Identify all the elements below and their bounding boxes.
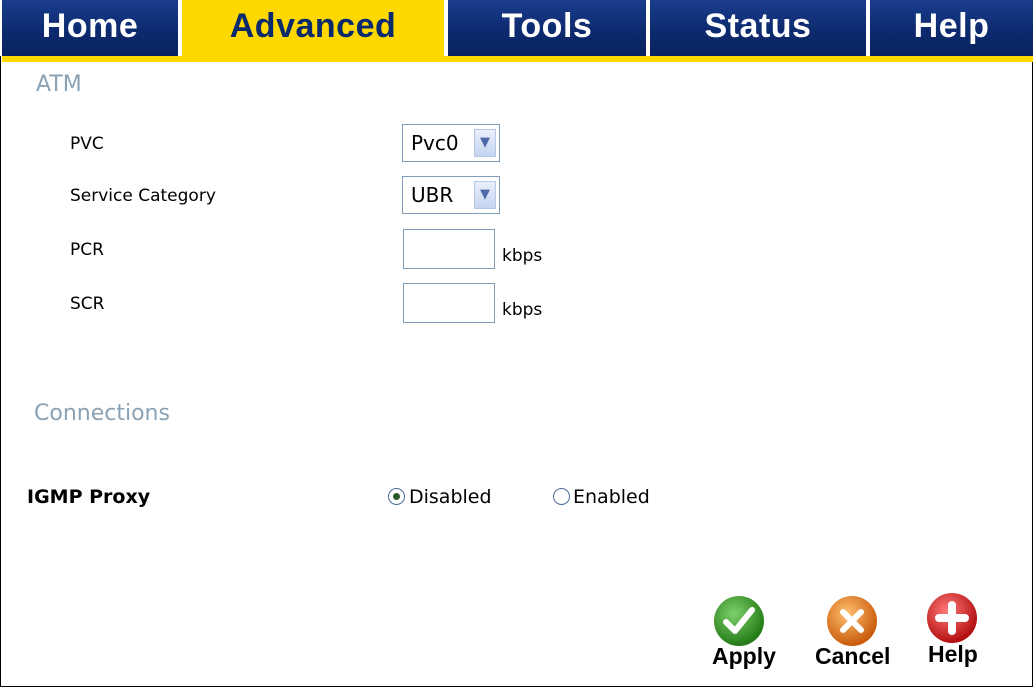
tab-status-label: Status: [704, 7, 812, 45]
radio-selected-dot: [393, 493, 400, 500]
atm-section-title: ATM: [36, 72, 82, 97]
check-icon[interactable]: [713, 595, 765, 647]
service-category-label: Service Category: [70, 186, 216, 206]
chevron-down-icon[interactable]: ▼: [474, 129, 496, 157]
scr-label: SCR: [70, 294, 105, 314]
service-category-value: UBR: [411, 183, 454, 207]
pvc-select[interactable]: Pvc0 ▼: [402, 124, 500, 162]
plus-icon[interactable]: [926, 592, 978, 644]
tab-advanced[interactable]: Advanced: [182, 0, 444, 56]
igmp-disabled-label[interactable]: Disabled: [409, 486, 492, 508]
igmp-enabled-label[interactable]: Enabled: [573, 486, 650, 508]
help-label[interactable]: Help: [928, 641, 978, 668]
pcr-label: PCR: [70, 240, 104, 260]
tab-status[interactable]: Status: [650, 0, 866, 56]
tab-help-label: Help: [913, 7, 990, 45]
scr-input[interactable]: [403, 283, 495, 323]
pcr-unit: kbps: [502, 246, 543, 266]
igmp-disabled-radio[interactable]: [388, 488, 405, 505]
nav-accent-line: [2, 56, 1033, 62]
top-nav: Home Advanced Tools Status Help: [0, 0, 1033, 62]
page-frame: [0, 0, 1033, 687]
pvc-label: PVC: [70, 134, 104, 154]
scr-unit: kbps: [502, 300, 543, 320]
chevron-down-icon[interactable]: ▼: [474, 181, 496, 209]
tab-home[interactable]: Home: [2, 0, 178, 56]
tab-tools-label: Tools: [501, 7, 593, 45]
tab-help[interactable]: Help: [870, 0, 1033, 56]
apply-label[interactable]: Apply: [712, 643, 776, 670]
igmp-enabled-radio[interactable]: [553, 488, 570, 505]
cancel-label[interactable]: Cancel: [815, 643, 890, 670]
service-category-select[interactable]: UBR ▼: [402, 176, 500, 214]
tab-tools[interactable]: Tools: [448, 0, 646, 56]
pcr-input[interactable]: [403, 229, 495, 269]
connections-section-title: Connections: [34, 401, 170, 426]
pvc-value: Pvc0: [411, 131, 459, 155]
tab-advanced-label: Advanced: [229, 7, 397, 45]
igmp-proxy-label: IGMP Proxy: [27, 486, 151, 508]
tab-home-label: Home: [41, 7, 139, 45]
x-icon[interactable]: [826, 595, 878, 647]
